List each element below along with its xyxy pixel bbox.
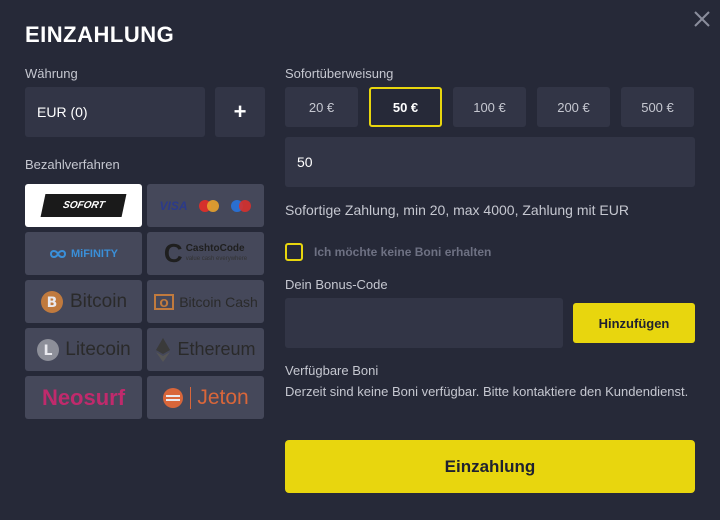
payment-method-sofort[interactable]: SOFORT [25,184,142,227]
payment-method-mifinity[interactable]: MiFINITY [25,232,142,275]
amount-option-50[interactable]: 50 € [369,87,442,127]
svg-text:O: O [160,297,169,310]
cashtocode-subtitle: value cash everywhere [185,255,248,262]
payment-info-text: Sofortige Zahlung, min 20, max 4000, Zah… [285,202,629,218]
bitcoin-cash-icon: O [154,293,175,310]
jeton-label: Jeton [197,385,249,409]
payment-method-cashtocode[interactable]: C CashtoCode value cash everywhere [147,232,264,275]
bitcoin-label: Bitcoin [69,290,128,312]
svg-text:L: L [44,343,53,359]
litecoin-label: Litecoin [65,338,131,360]
payment-method-bitcoin-cash[interactable]: O Bitcoin Cash [147,280,264,323]
ethereum-label: Ethereum [177,339,256,359]
available-bonuses-text: Derzeit sind keine Boni verfügbar. Bitte… [285,384,689,399]
modal-title: EINZAHLUNG [25,22,175,47]
sofort-logo: SOFORT [40,194,127,217]
payment-method-jeton[interactable]: Jeton [147,376,264,419]
currency-label: Währung [25,66,78,81]
mifinity-icon [49,249,66,258]
transfer-label: Sofortüberweisung [285,66,394,81]
mastercard-icon [198,199,219,212]
deposit-submit-button[interactable]: Einzahlung [285,440,695,493]
payment-methods-label: Bezahlverfahren [25,157,120,172]
amount-option-100[interactable]: 100 € [453,87,526,127]
jeton-icon [163,387,184,408]
amount-option-500[interactable]: 500 € [621,87,694,127]
bitcoin-icon: B [40,290,63,313]
cashtocode-label: CashtoCode [185,242,245,254]
neosurf-label: Neosurf [41,384,126,410]
close-icon[interactable] [692,9,712,29]
payment-method-neosurf[interactable]: Neosurf [25,376,142,419]
cashtocode-icon: C [163,238,183,268]
bonus-code-input[interactable] [285,298,563,348]
payment-method-bitcoin[interactable]: B Bitcoin [25,280,142,323]
amount-option-20[interactable]: 20 € [285,87,358,127]
payment-method-ethereum[interactable]: Ethereum [147,328,264,371]
jeton-divider [190,386,192,409]
amount-input[interactable]: 50 [285,137,695,187]
no-bonus-checkbox[interactable] [285,243,303,261]
payment-method-litecoin[interactable]: L Litecoin [25,328,142,371]
maestro-icon [230,199,251,212]
payment-method-visa[interactable]: VISA [147,184,264,227]
bonus-code-label: Dein Bonus-Code [285,277,388,292]
amount-option-200[interactable]: 200 € [537,87,610,127]
add-currency-button[interactable]: + [215,87,265,137]
available-bonuses-label: Verfügbare Boni [285,363,379,378]
mifinity-label: MiFINITY [70,247,119,260]
svg-text:B: B [47,295,58,311]
visa-logo: VISA [159,198,188,213]
bitcoin-cash-label: Bitcoin Cash [179,293,258,310]
litecoin-icon: L [37,338,60,361]
add-bonus-button[interactable]: Hinzufügen [573,303,695,343]
ethereum-icon [156,337,171,362]
no-bonus-label: Ich möchte keine Boni erhalten [314,245,492,259]
currency-select[interactable]: EUR (0) [25,87,205,137]
